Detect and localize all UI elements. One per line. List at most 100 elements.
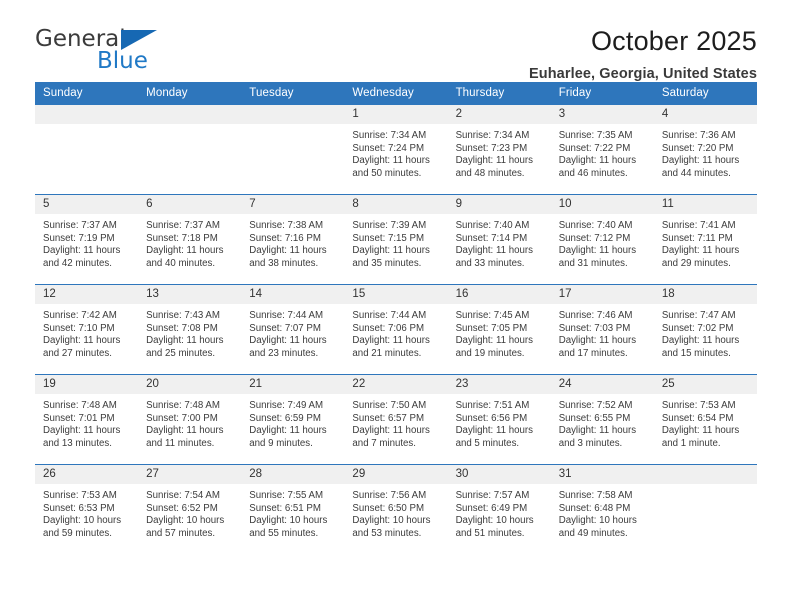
day-number: 17 — [550, 285, 654, 304]
daylight-duration-line1: Daylight: 11 hours — [558, 335, 637, 347]
daylight-duration-line1: Daylight: 11 hours — [661, 155, 740, 167]
day-details: Sunrise: 7:48 AM Sunset: 7:00 PM Daylight:… — [138, 394, 241, 450]
day-number: 10 — [550, 195, 654, 214]
daylight-duration-line1: Daylight: 11 hours — [249, 245, 327, 257]
daylight-duration-line2: and 53 minutes. — [352, 527, 422, 539]
daylight-duration-line2: and 13 minutes. — [43, 437, 112, 449]
calendar-day-cell[interactable]: 16 Sunrise: 7:45 AM Sunset: 7:05 PM Dayligh… — [447, 284, 551, 375]
day-number: 16 — [447, 285, 551, 304]
calendar-day-cell[interactable]: 22 Sunrise: 7:50 AM Sunset: 6:57 PM Dayligh… — [344, 374, 448, 465]
day-number: 9 — [447, 195, 551, 214]
day-number: 28 — [241, 465, 345, 484]
logo-text-blue: Blue — [97, 48, 148, 74]
calendar-day-cell-empty — [138, 104, 242, 195]
calendar-day-cell[interactable]: 31 Sunrise: 7:58 AM Sunset: 6:48 PM Dayligh… — [550, 464, 654, 555]
calendar-day-cell[interactable]: 3 Sunrise: 7:35 AM Sunset: 7:22 PM Daylight… — [550, 104, 654, 195]
calendar-day-cell[interactable]: 9 Sunrise: 7:40 AM Sunset: 7:14 PM Daylight… — [447, 194, 551, 285]
calendar-day-cell[interactable]: 24 Sunrise: 7:52 AM Sunset: 6:55 PM Dayligh… — [550, 374, 654, 465]
day-number: 7 — [241, 195, 345, 214]
calendar-week-row: 1 Sunrise: 7:34 AM Sunset: 7:24 PM Daylight… — [35, 104, 757, 195]
day-number — [138, 105, 242, 124]
calendar-day-cell[interactable]: 5 Sunrise: 7:37 AM Sunset: 7:19 PM Daylight… — [35, 194, 139, 285]
sunrise-time: Sunrise: 7:48 AM — [43, 400, 117, 411]
calendar-day-cell[interactable]: 7 Sunrise: 7:38 AM Sunset: 7:16 PM Daylight… — [241, 194, 345, 285]
sunset-time: Sunset: 6:52 PM — [146, 502, 218, 514]
day-details: Sunrise: 7:55 AM Sunset: 6:51 PM Daylight:… — [241, 484, 344, 540]
day-details: Sunrise: 7:44 AM Sunset: 7:06 PM Daylight:… — [344, 304, 447, 360]
calendar-day-cell-empty — [35, 104, 139, 195]
title-block: October 2025 Euharlee, Georgia, United S… — [529, 26, 757, 82]
day-number — [35, 105, 139, 124]
calendar-day-cell[interactable]: 17 Sunrise: 7:46 AM Sunset: 7:03 PM Dayligh… — [550, 284, 654, 375]
calendar-day-cell[interactable]: 10 Sunrise: 7:40 AM Sunset: 7:12 PM Dayligh… — [550, 194, 654, 285]
calendar-day-cell[interactable]: 12 Sunrise: 7:42 AM Sunset: 7:10 PM Dayligh… — [35, 284, 139, 375]
calendar-day-cell[interactable]: 6 Sunrise: 7:37 AM Sunset: 7:18 PM Daylight… — [138, 194, 242, 285]
sunrise-time: Sunrise: 7:48 AM — [146, 400, 220, 411]
day-number: 25 — [653, 375, 757, 394]
daylight-duration-line2: and 29 minutes. — [661, 257, 731, 269]
day-details: Sunrise: 7:47 AM Sunset: 7:02 PM Daylight:… — [654, 304, 757, 360]
day-details: Sunrise: 7:40 AM Sunset: 7:14 PM Daylight:… — [448, 214, 551, 270]
day-details: Sunrise: 7:50 AM Sunset: 6:57 PM Daylight:… — [344, 394, 447, 450]
calendar-day-cell[interactable]: 14 Sunrise: 7:44 AM Sunset: 7:07 PM Dayligh… — [241, 284, 345, 375]
daylight-duration-line2: and 33 minutes. — [455, 257, 525, 269]
daylight-duration-line1: Daylight: 11 hours — [661, 335, 740, 347]
daylight-duration-line1: Daylight: 11 hours — [558, 155, 637, 167]
calendar-day-cell[interactable]: 11 Sunrise: 7:41 AM Sunset: 7:11 PM Dayligh… — [653, 194, 757, 285]
sunset-time: Sunset: 6:48 PM — [558, 502, 631, 514]
day-number: 6 — [138, 195, 242, 214]
day-number: 26 — [35, 465, 139, 484]
calendar-day-cell[interactable]: 27 Sunrise: 7:54 AM Sunset: 6:52 PM Dayligh… — [138, 464, 242, 555]
calendar-day-cell[interactable]: 4 Sunrise: 7:36 AM Sunset: 7:20 PM Daylight… — [653, 104, 757, 195]
calendar-day-cell[interactable]: 2 Sunrise: 7:34 AM Sunset: 7:23 PM Daylight… — [447, 104, 551, 195]
day-details: Sunrise: 7:43 AM Sunset: 7:08 PM Daylight:… — [138, 304, 241, 360]
calendar-day-cell-empty — [241, 104, 345, 195]
daylight-duration-line2: and 21 minutes. — [352, 347, 422, 359]
daylight-duration-line1: Daylight: 10 hours — [146, 515, 225, 527]
sunset-time: Sunset: 6:54 PM — [661, 412, 734, 424]
day-details: Sunrise: 7:46 AM Sunset: 7:03 PM Daylight:… — [551, 304, 654, 360]
daylight-duration-line1: Daylight: 10 hours — [455, 515, 534, 527]
calendar-day-cell[interactable]: 28 Sunrise: 7:55 AM Sunset: 6:51 PM Dayligh… — [241, 464, 345, 555]
daylight-duration-line1: Daylight: 11 hours — [455, 335, 533, 347]
calendar-day-cell[interactable]: 21 Sunrise: 7:49 AM Sunset: 6:59 PM Dayligh… — [241, 374, 345, 465]
sunrise-time: Sunrise: 7:40 AM — [455, 220, 530, 231]
sunrise-time: Sunrise: 7:44 AM — [249, 310, 324, 321]
calendar-day-cell[interactable]: 13 Sunrise: 7:43 AM Sunset: 7:08 PM Dayligh… — [138, 284, 242, 375]
day-number — [653, 465, 757, 484]
daylight-duration-line1: Daylight: 10 hours — [352, 515, 431, 527]
calendar-day-cell[interactable]: 20 Sunrise: 7:48 AM Sunset: 7:00 PM Dayligh… — [138, 374, 242, 465]
sunset-time: Sunset: 7:19 PM — [43, 232, 115, 244]
calendar-day-cell[interactable]: 15 Sunrise: 7:44 AM Sunset: 7:06 PM Dayligh… — [344, 284, 448, 375]
daylight-duration-line2: and 5 minutes. — [455, 437, 520, 449]
calendar-day-cell[interactable]: 30 Sunrise: 7:57 AM Sunset: 6:49 PM Dayligh… — [447, 464, 551, 555]
day-details: Sunrise: 7:36 AM Sunset: 7:20 PM Daylight:… — [654, 124, 757, 180]
calendar-day-cell[interactable]: 25 Sunrise: 7:53 AM Sunset: 6:54 PM Dayligh… — [653, 374, 757, 465]
day-details: Sunrise: 7:39 AM Sunset: 7:15 PM Daylight:… — [344, 214, 447, 270]
page-header: General Blue October 2025 Euharlee, Geor… — [35, 0, 757, 82]
calendar-day-cell[interactable]: 23 Sunrise: 7:51 AM Sunset: 6:56 PM Dayligh… — [447, 374, 551, 465]
page-subtitle: Euharlee, Georgia, United States — [528, 66, 757, 83]
day-details: Sunrise: 7:34 AM Sunset: 7:23 PM Daylight:… — [448, 124, 551, 180]
day-number: 12 — [35, 285, 139, 304]
day-details: Sunrise: 7:51 AM Sunset: 6:56 PM Daylight:… — [448, 394, 551, 450]
calendar-day-cell[interactable]: 8 Sunrise: 7:39 AM Sunset: 7:15 PM Daylight… — [344, 194, 448, 285]
daylight-duration-line2: and 7 minutes. — [352, 437, 416, 449]
general-blue-logo[interactable]: General Blue — [35, 26, 165, 74]
weekday-header: Sunday Monday Tuesday Wednesday Thursday Frid… — [35, 82, 757, 105]
sunrise-time: Sunrise: 7:58 AM — [558, 490, 633, 501]
day-number: 14 — [241, 285, 345, 304]
calendar-day-cell[interactable]: 19 Sunrise: 7:48 AM Sunset: 7:01 PM Dayligh… — [35, 374, 139, 465]
day-number: 21 — [241, 375, 345, 394]
daylight-duration-line1: Daylight: 11 hours — [249, 335, 327, 347]
weekday-header-friday: Friday — [550, 82, 654, 105]
daylight-duration-line1: Daylight: 11 hours — [352, 335, 430, 347]
calendar-day-cell[interactable]: 29 Sunrise: 7:56 AM Sunset: 6:50 PM Dayligh… — [344, 464, 448, 555]
daylight-duration-line1: Daylight: 11 hours — [352, 155, 430, 167]
daylight-duration-line2: and 11 minutes. — [146, 437, 215, 449]
calendar-day-cell[interactable]: 1 Sunrise: 7:34 AM Sunset: 7:24 PM Daylight… — [344, 104, 448, 195]
calendar-day-cell[interactable]: 26 Sunrise: 7:53 AM Sunset: 6:53 PM Dayligh… — [35, 464, 139, 555]
calendar-day-cell[interactable]: 18 Sunrise: 7:47 AM Sunset: 7:02 PM Dayligh… — [653, 284, 757, 375]
daylight-duration-line2: and 19 minutes. — [455, 347, 525, 359]
daylight-duration-line2: and 17 minutes. — [558, 347, 628, 359]
